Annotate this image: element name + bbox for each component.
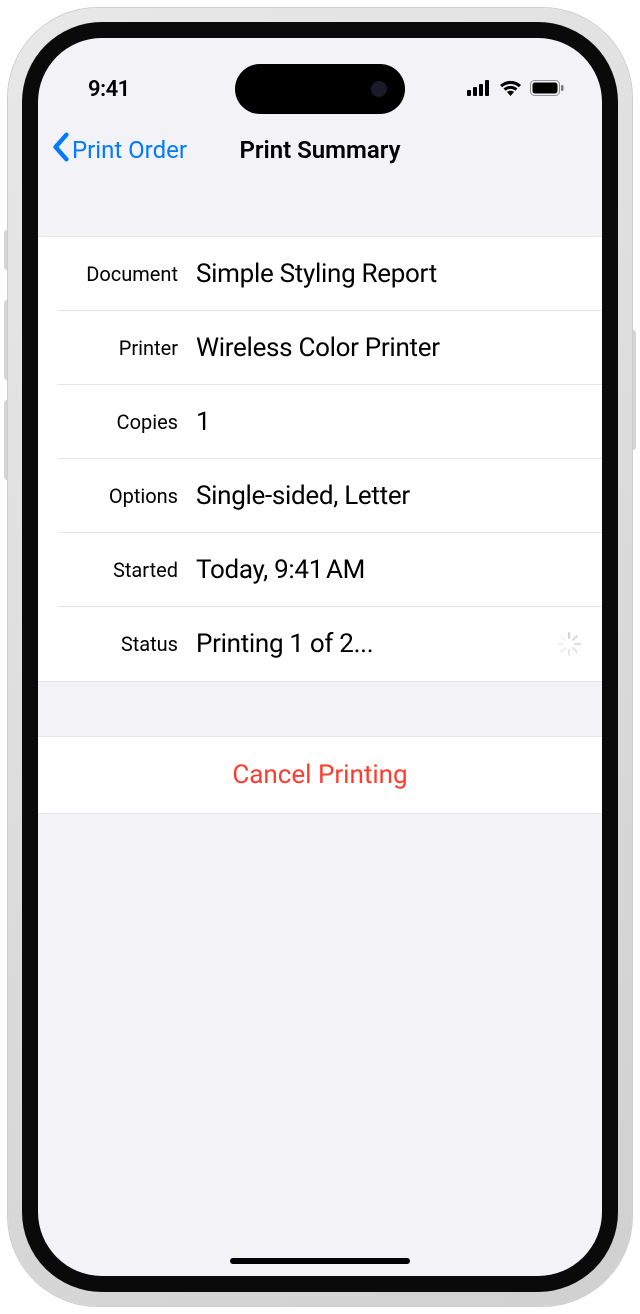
status-time: 9:41	[88, 77, 130, 102]
cancel-label: Cancel Printing	[232, 760, 407, 790]
row-label: Copies	[58, 410, 178, 434]
chevron-left-icon	[52, 132, 70, 168]
row-printer: Printer Wireless Color Printer	[38, 311, 602, 385]
row-label: Status	[58, 632, 178, 656]
cancel-printing-button[interactable]: Cancel Printing	[38, 737, 602, 813]
back-button[interactable]: Print Order	[52, 132, 187, 168]
phone-screen: 9:41	[38, 38, 602, 1276]
row-value: Printing 1 of 2...	[178, 629, 556, 659]
phone-bezel: 9:41	[22, 22, 618, 1292]
row-value: 1	[178, 407, 582, 437]
phone-bezel-outer: 9:41	[8, 8, 632, 1306]
row-copies: Copies 1	[38, 385, 602, 459]
row-document: Document Simple Styling Report	[38, 237, 602, 311]
content-area: Document Simple Styling Report Printer W…	[38, 182, 602, 814]
wifi-icon	[499, 77, 522, 102]
row-value: Today, 9:41 AM	[178, 555, 582, 585]
cancel-group: Cancel Printing	[38, 736, 602, 814]
row-options: Options Single-sided, Letter	[38, 459, 602, 533]
home-indicator[interactable]	[230, 1258, 410, 1264]
battery-icon	[530, 77, 564, 102]
navigation-bar: Print Order Print Summary	[38, 118, 602, 182]
row-status: Status Printing 1 of 2...	[38, 607, 602, 681]
row-value: Simple Styling Report	[178, 259, 582, 289]
row-label: Printer	[58, 336, 178, 360]
row-label: Options	[58, 484, 178, 508]
status-icons	[467, 77, 564, 102]
row-label: Started	[58, 558, 178, 582]
row-label: Document	[58, 262, 178, 286]
cellular-icon	[467, 77, 491, 102]
row-value: Single-sided, Letter	[178, 481, 582, 511]
row-started: Started Today, 9:41 AM	[38, 533, 602, 607]
back-label: Print Order	[72, 136, 187, 164]
spinner-icon	[556, 631, 582, 657]
row-value: Wireless Color Printer	[178, 333, 582, 363]
summary-list: Document Simple Styling Report Printer W…	[38, 236, 602, 682]
dynamic-island	[235, 64, 405, 114]
